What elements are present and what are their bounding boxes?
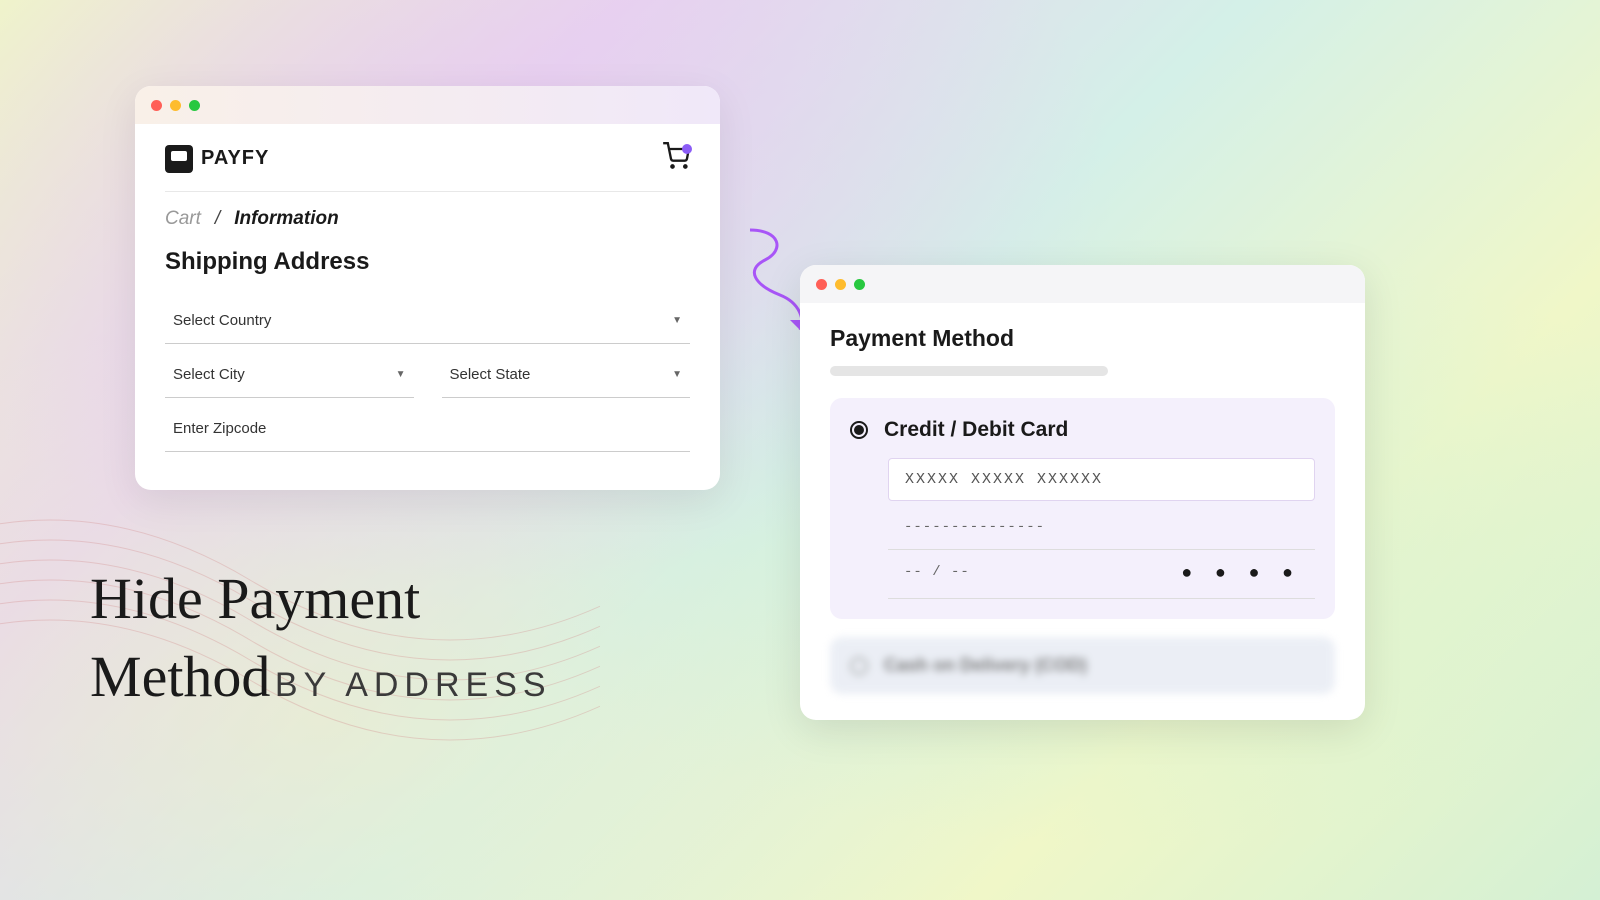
cart-icon[interactable] bbox=[662, 142, 690, 175]
window-traffic-lights bbox=[800, 265, 1365, 303]
payment-title: Payment Method bbox=[830, 325, 1335, 352]
card-label: Credit / Debit Card bbox=[884, 418, 1068, 442]
tagline-suffix: BY ADDRESS bbox=[275, 666, 552, 704]
card-expiry-input[interactable]: -- / -- bbox=[904, 564, 970, 584]
payment-window: Payment Method Credit / Debit Card XXXXX… bbox=[800, 265, 1365, 720]
chevron-down-icon: ▼ bbox=[396, 369, 406, 380]
maximize-dot[interactable] bbox=[854, 279, 865, 290]
tagline: Hide Payment Method BY ADDRESS bbox=[90, 560, 552, 717]
zipcode-input[interactable]: Enter Zipcode bbox=[165, 406, 690, 452]
card-number-input[interactable]: XXXXX XXXXX XXXXXX bbox=[888, 458, 1315, 501]
minimize-dot[interactable] bbox=[835, 279, 846, 290]
state-select[interactable]: Select State ▼ bbox=[442, 352, 691, 398]
country-placeholder: Select Country bbox=[173, 312, 271, 329]
window-traffic-lights bbox=[135, 86, 720, 124]
tagline-line1: Hide Payment bbox=[90, 560, 552, 638]
city-placeholder: Select City bbox=[173, 366, 245, 383]
card-cvv-input[interactable]: ● ● ● ● bbox=[1181, 564, 1299, 584]
cart-badge bbox=[682, 144, 692, 154]
logo-icon bbox=[165, 145, 193, 173]
breadcrumb-cart[interactable]: Cart bbox=[165, 208, 201, 230]
breadcrumb-information: Information bbox=[234, 208, 339, 230]
tagline-line2: Method bbox=[90, 644, 270, 709]
maximize-dot[interactable] bbox=[189, 100, 200, 111]
city-select[interactable]: Select City ▼ bbox=[165, 352, 414, 398]
shipping-window: PAYFY Cart / Information Shipping Addres… bbox=[135, 86, 720, 490]
payfy-logo: PAYFY bbox=[165, 145, 269, 173]
shipping-title: Shipping Address bbox=[165, 248, 690, 276]
close-dot[interactable] bbox=[151, 100, 162, 111]
cod-label: Cash on Delivery (COD) bbox=[884, 655, 1087, 676]
close-dot[interactable] bbox=[816, 279, 827, 290]
radio-cod bbox=[850, 657, 868, 675]
minimize-dot[interactable] bbox=[170, 100, 181, 111]
payment-option-card[interactable]: Credit / Debit Card XXXXX XXXXX XXXXXX -… bbox=[830, 398, 1335, 619]
chevron-down-icon: ▼ bbox=[672, 315, 682, 326]
payment-option-cod-hidden: Cash on Delivery (COD) bbox=[830, 637, 1335, 694]
country-select[interactable]: Select Country ▼ bbox=[165, 298, 690, 344]
radio-card[interactable] bbox=[850, 421, 868, 439]
state-placeholder: Select State bbox=[450, 366, 531, 383]
zipcode-placeholder: Enter Zipcode bbox=[173, 420, 266, 437]
breadcrumb: Cart / Information bbox=[165, 208, 690, 230]
logo-text: PAYFY bbox=[201, 147, 269, 170]
breadcrumb-sep: / bbox=[215, 208, 220, 230]
card-name-input[interactable]: --------------- bbox=[888, 505, 1315, 550]
chevron-down-icon: ▼ bbox=[672, 369, 682, 380]
progress-bar bbox=[830, 366, 1108, 376]
